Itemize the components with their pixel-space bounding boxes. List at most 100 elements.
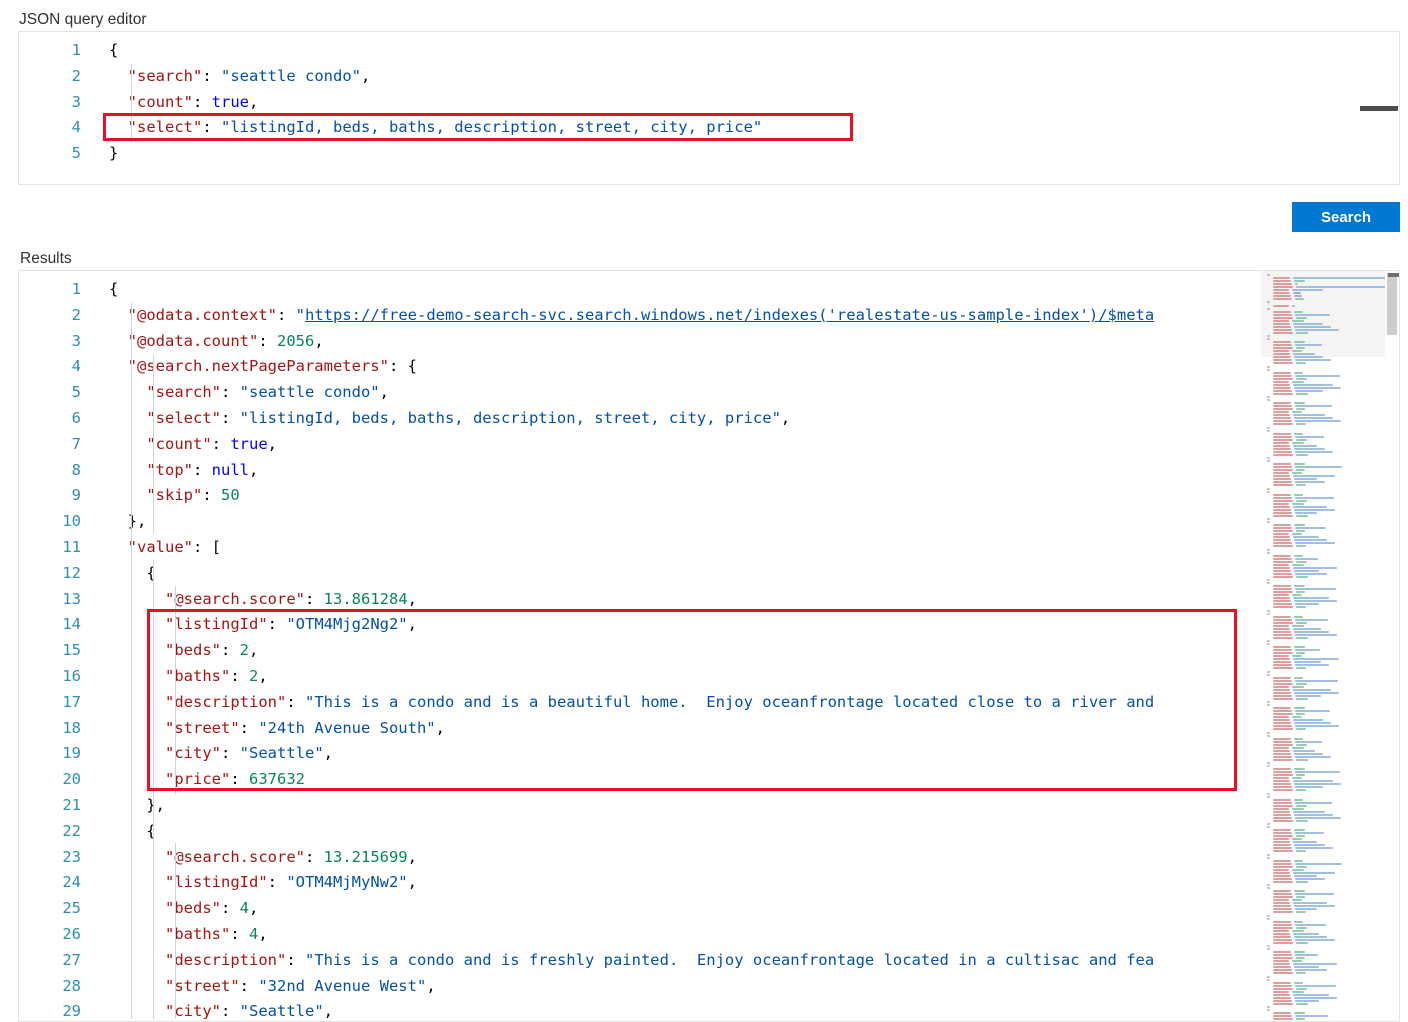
minimap-line bbox=[1273, 819, 1293, 822]
minimap-line bbox=[1273, 691, 1291, 694]
line-number: 18 bbox=[62, 718, 81, 737]
code-token: , bbox=[249, 92, 259, 111]
minimap-line bbox=[1273, 310, 1291, 313]
minimap-line bbox=[1293, 902, 1327, 905]
minimap-line bbox=[1273, 594, 1289, 597]
code-line-content[interactable]: }, bbox=[109, 793, 165, 819]
minimap-line bbox=[1273, 344, 1292, 347]
minimap-line bbox=[1273, 813, 1291, 816]
minimap-line bbox=[1293, 383, 1333, 386]
minimap-line bbox=[1294, 966, 1319, 969]
code-line-content[interactable]: } bbox=[109, 141, 118, 167]
code-token: : bbox=[193, 92, 212, 111]
minimap-line bbox=[1295, 938, 1335, 941]
code-token: "seattle condo" bbox=[239, 383, 380, 402]
minimap-line bbox=[1273, 859, 1291, 862]
code-line-content[interactable]: "value": [ bbox=[109, 535, 221, 561]
code-token: " bbox=[295, 305, 305, 324]
minimap-line bbox=[1267, 731, 1270, 734]
minimap-line bbox=[1292, 838, 1302, 841]
minimap-line bbox=[1296, 362, 1306, 365]
minimap-line bbox=[1273, 292, 1290, 295]
search-button[interactable]: Search bbox=[1292, 202, 1400, 232]
code-line-content[interactable]: "baths": 4, bbox=[109, 922, 268, 948]
code-line-content[interactable]: "@search.score": 13.861284, bbox=[109, 587, 417, 613]
minimap-line bbox=[1292, 350, 1302, 353]
minimap-line bbox=[1267, 762, 1270, 764]
code-token: , bbox=[407, 847, 417, 866]
minimap-line bbox=[1267, 914, 1270, 917]
code-minimap[interactable] bbox=[1261, 271, 1387, 1021]
code-line-content[interactable]: "count": true, bbox=[109, 432, 277, 458]
minimap-line bbox=[1295, 328, 1339, 331]
minimap-line bbox=[1295, 344, 1322, 347]
code-line-content[interactable]: }, bbox=[109, 509, 147, 535]
indent-guide-level2b bbox=[153, 560, 154, 1019]
code-line-content[interactable]: "select": "listingId, beds, baths, descr… bbox=[109, 406, 790, 432]
code-line-content[interactable]: "select": "listingId, beds, baths, descr… bbox=[109, 115, 763, 141]
code-token: : bbox=[202, 486, 221, 505]
code-line-content[interactable]: { bbox=[109, 819, 155, 845]
minimap-line bbox=[1273, 508, 1291, 511]
minimap-line bbox=[1296, 408, 1305, 411]
code-line-content[interactable]: "skip": 50 bbox=[109, 483, 239, 509]
minimap-line bbox=[1273, 621, 1293, 624]
code-line-content[interactable]: "street": "32nd Avenue West", bbox=[109, 974, 436, 1000]
minimap-line bbox=[1273, 999, 1292, 1002]
code-line-content[interactable]: "@odata.count": 2056, bbox=[109, 329, 324, 355]
query-editor-hscroll-thumb[interactable] bbox=[1360, 106, 1398, 111]
minimap-line bbox=[1296, 621, 1307, 624]
line-number: 14 bbox=[62, 615, 81, 634]
code-token: , bbox=[258, 666, 268, 685]
minimap-line bbox=[1267, 948, 1270, 951]
code-line-content[interactable]: "city": "Seattle", bbox=[109, 999, 333, 1021]
code-line-content[interactable]: "listingId": "OTM4Mjg2Ng2", bbox=[109, 612, 417, 638]
code-token: : bbox=[230, 770, 249, 789]
minimap-line bbox=[1294, 905, 1335, 908]
code-line-content[interactable]: "search": "seattle condo", bbox=[109, 380, 389, 406]
code-line-content[interactable]: { bbox=[109, 561, 155, 587]
minimap-line bbox=[1273, 655, 1289, 658]
code-line-content[interactable]: "search": "seattle condo", bbox=[109, 64, 371, 90]
code-line-content[interactable]: "listingId": "OTM4MjMyNw2", bbox=[109, 870, 417, 896]
minimap-line bbox=[1292, 685, 1304, 688]
minimap-line bbox=[1273, 411, 1289, 414]
line-number: 26 bbox=[62, 924, 81, 943]
json-query-editor[interactable]: 1 {2 "search": "seattle condo", 3 "count":… bbox=[18, 31, 1400, 185]
code-line-content[interactable]: { bbox=[109, 277, 118, 303]
results-scrollbar-thumb[interactable] bbox=[1387, 273, 1397, 335]
minimap-line bbox=[1267, 704, 1270, 707]
code-token: : bbox=[286, 950, 305, 969]
minimap-line bbox=[1267, 307, 1270, 310]
minimap-line bbox=[1273, 780, 1290, 783]
code-line-content[interactable]: "description": "This is a condo and is f… bbox=[109, 948, 1154, 974]
results-hscroll-thumb[interactable] bbox=[1388, 273, 1399, 277]
code-line-content[interactable]: "@search.nextPageParameters": { bbox=[109, 354, 417, 380]
minimap-line bbox=[1273, 1002, 1293, 1005]
code-line-content[interactable]: "street": "24th Avenue South", bbox=[109, 716, 445, 742]
minimap-line bbox=[1292, 411, 1302, 414]
minimap-line bbox=[1273, 920, 1291, 923]
minimap-line bbox=[1294, 935, 1327, 938]
minimap-line bbox=[1273, 667, 1293, 670]
minimap-line bbox=[1273, 768, 1291, 771]
minimap-line bbox=[1273, 417, 1291, 420]
code-line-content[interactable]: "baths": 2, bbox=[109, 664, 268, 690]
line-number: 10 bbox=[62, 512, 81, 531]
code-line-content[interactable]: "description": "This is a condo and is a… bbox=[109, 690, 1154, 716]
code-line-content[interactable]: "@search.score": 13.215699, bbox=[109, 845, 417, 871]
code-line-content[interactable]: "city": "Seattle", bbox=[109, 741, 333, 767]
results-scrollbar-track[interactable] bbox=[1385, 271, 1399, 1021]
results-editor[interactable]: 1 {2 "@odata.context": "https://free-demo… bbox=[18, 270, 1400, 1022]
minimap-line bbox=[1273, 841, 1290, 844]
code-line-content[interactable]: { bbox=[109, 38, 118, 64]
code-line-content[interactable]: "price": 637632 bbox=[109, 767, 305, 793]
code-line-content[interactable]: "@odata.context": "https://free-demo-sea… bbox=[109, 303, 1155, 329]
minimap-line bbox=[1273, 710, 1292, 713]
minimap-line bbox=[1295, 511, 1317, 514]
code-link[interactable]: https://free-demo-search-svc.search.wind… bbox=[305, 306, 1154, 324]
minimap-line bbox=[1294, 951, 1305, 954]
minimap-line bbox=[1294, 524, 1305, 527]
minimap-line bbox=[1295, 359, 1331, 362]
